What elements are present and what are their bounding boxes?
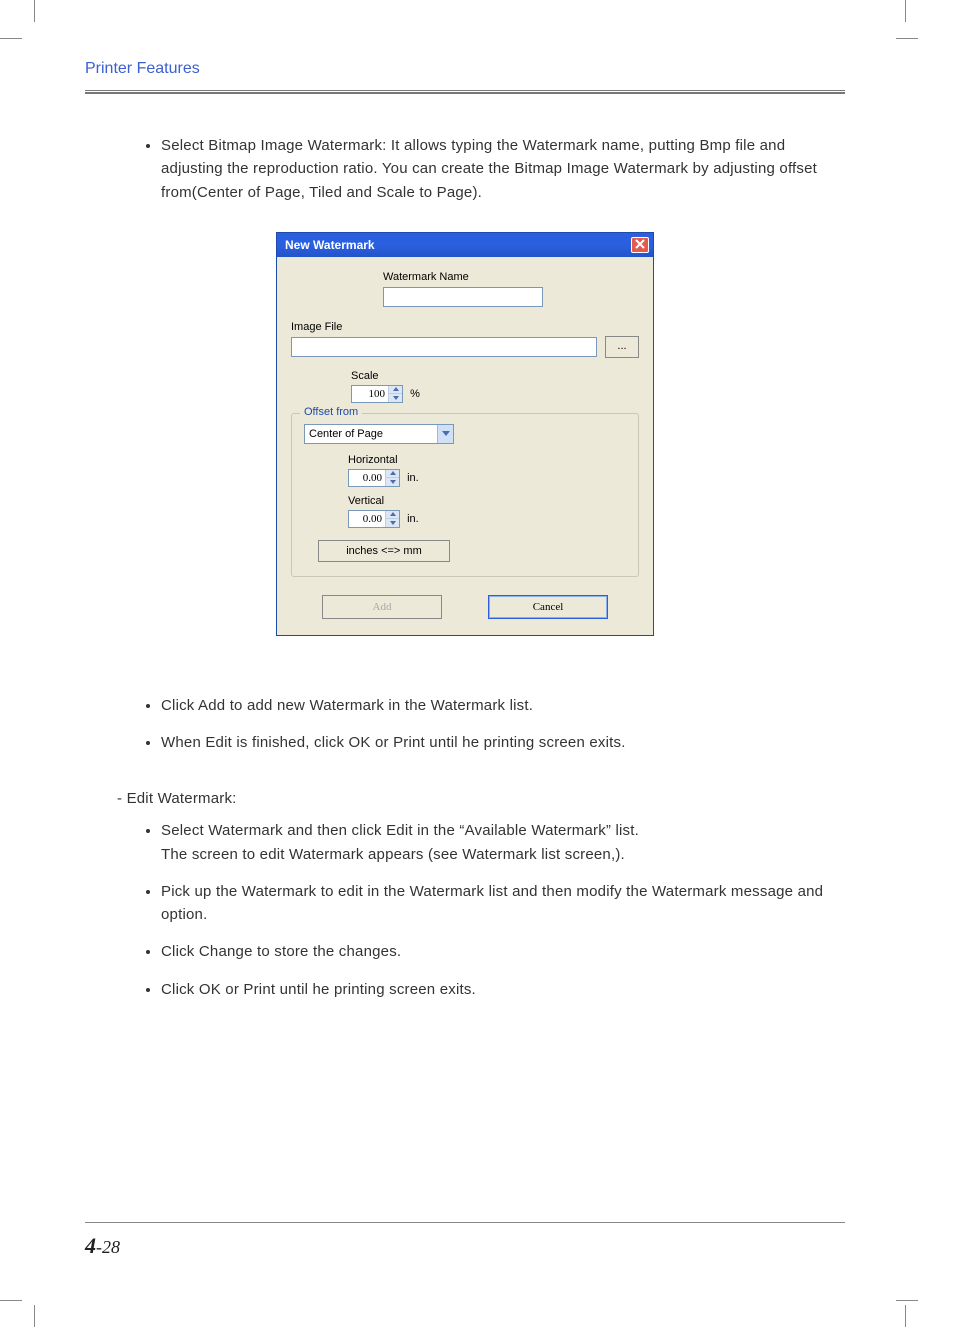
offset-from-select[interactable]: Center of Page <box>304 424 454 444</box>
new-watermark-dialog: New Watermark Watermark Name Image File … <box>276 232 654 636</box>
vertical-unit: in. <box>407 513 419 525</box>
list-item: Click Add to add new Watermark in the Wa… <box>161 694 845 717</box>
header-rule <box>85 90 845 94</box>
vertical-input[interactable] <box>349 511 385 527</box>
list-item: Click OK or Print until he printing scre… <box>161 978 845 1001</box>
horizontal-label: Horizontal <box>348 454 626 466</box>
image-file-input[interactable] <box>291 337 597 357</box>
page-number: 28 <box>102 1237 120 1257</box>
offset-legend: Offset from <box>300 406 362 418</box>
scale-spinner[interactable] <box>351 385 403 403</box>
units-toggle-button[interactable]: inches <=> mm <box>318 540 450 562</box>
intro-bullet: Select Bitmap Image Watermark: It allows… <box>161 134 845 204</box>
horizontal-unit: in. <box>407 472 419 484</box>
spin-down-icon[interactable] <box>389 394 402 402</box>
vertical-spinner[interactable] <box>348 510 400 528</box>
browse-button[interactable]: ... <box>605 336 639 358</box>
image-file-label: Image File <box>291 321 639 333</box>
chevron-down-icon <box>437 425 453 443</box>
list-item: Pick up the Watermark to edit in the Wat… <box>161 880 845 927</box>
list-item: When Edit is finished, click OK or Print… <box>161 731 845 754</box>
offset-fieldset: Offset from Center of Page Horizontal <box>291 413 639 577</box>
horizontal-input[interactable] <box>349 470 385 486</box>
spin-down-icon[interactable] <box>386 519 399 527</box>
edit-watermark-heading: - Edit Watermark: <box>117 790 845 807</box>
scale-input[interactable] <box>352 386 388 402</box>
scale-label: Scale <box>351 370 639 382</box>
cancel-button[interactable]: Cancel <box>488 595 608 619</box>
add-button[interactable]: Add <box>322 595 442 619</box>
chapter-number: 4 <box>85 1233 96 1258</box>
watermark-name-label: Watermark Name <box>383 271 639 283</box>
dialog-titlebar[interactable]: New Watermark <box>277 233 653 257</box>
list-item: Select Watermark and then click Edit in … <box>161 819 845 866</box>
watermark-name-input[interactable] <box>383 287 543 307</box>
list-item: Click Change to store the changes. <box>161 940 845 963</box>
spin-down-icon[interactable] <box>386 478 399 486</box>
dialog-title: New Watermark <box>285 238 375 252</box>
close-icon <box>635 238 645 252</box>
scale-unit: % <box>410 388 420 400</box>
section-heading: Printer Features <box>85 60 845 90</box>
spin-up-icon[interactable] <box>386 470 399 478</box>
spin-up-icon[interactable] <box>386 511 399 519</box>
spin-up-icon[interactable] <box>389 386 402 394</box>
close-button[interactable] <box>631 237 649 253</box>
offset-from-value: Center of Page <box>309 428 383 440</box>
horizontal-spinner[interactable] <box>348 469 400 487</box>
vertical-label: Vertical <box>348 495 626 507</box>
page-footer: 4-28 <box>85 1222 845 1259</box>
